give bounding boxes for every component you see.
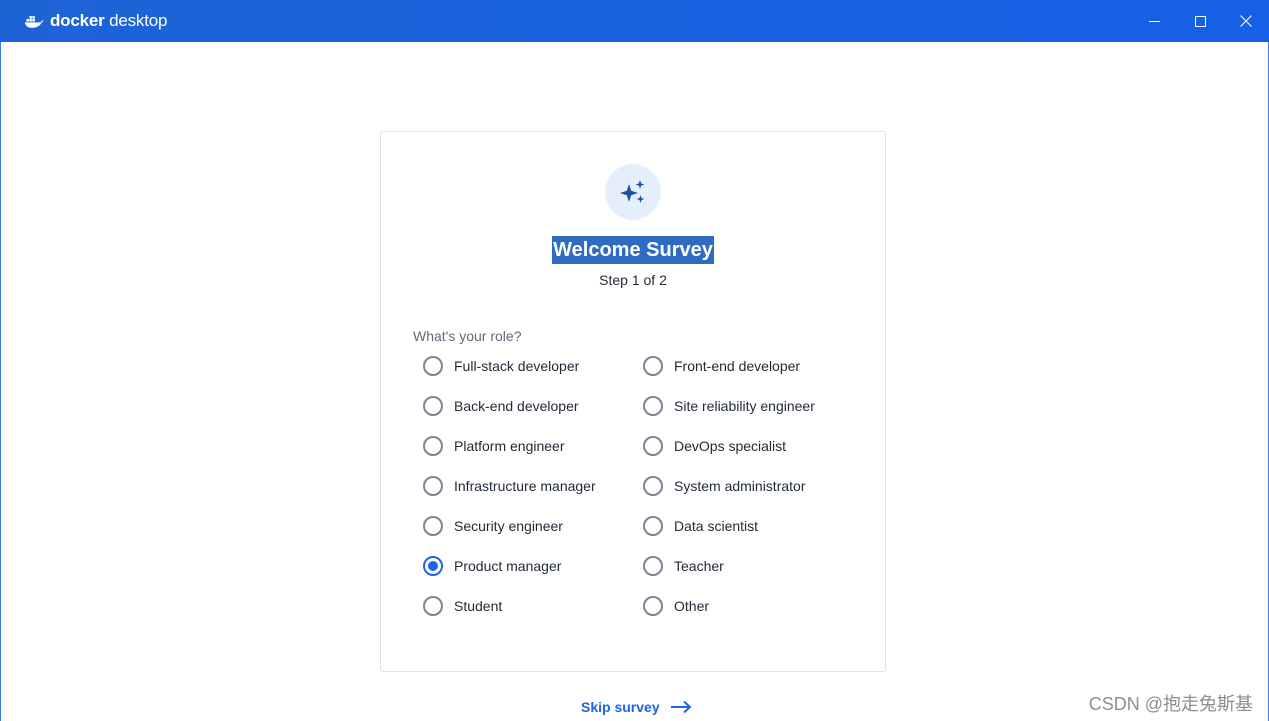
role-option-label: Other [674,598,710,614]
role-option-label: System administrator [674,478,806,494]
role-option[interactable]: DevOps specialist [643,436,863,456]
app-name: docker desktop [50,11,168,30]
close-icon [1240,15,1252,27]
radio-unselected[interactable] [643,476,663,496]
radio-unselected[interactable] [423,436,443,456]
role-options: Full-stack developer Front-end developer B… [423,356,863,636]
window-border-left [0,42,1,721]
role-option-label: Student [454,598,503,614]
role-option[interactable]: Data scientist [643,516,863,536]
sparkles-badge [605,164,661,220]
survey-card: Welcome Survey Step 1 of 2 What's your r… [380,131,886,672]
role-option[interactable]: Other [643,596,863,616]
radio-unselected[interactable] [423,596,443,616]
role-question: What's your role? [413,328,522,344]
radio-selected[interactable] [423,556,443,576]
role-option-label: Site reliability engineer [674,398,815,414]
role-option-label: Product manager [454,558,562,574]
role-option-label: DevOps specialist [674,438,787,454]
skip-survey-label: Skip survey [581,699,660,715]
role-option[interactable]: Student [423,596,643,616]
step-indicator: Step 1 of 2 [599,272,667,288]
role-option[interactable]: Full-stack developer [423,356,643,376]
radio-unselected[interactable] [643,556,663,576]
role-option[interactable]: Back-end developer [423,396,643,416]
radio-unselected[interactable] [423,396,443,416]
role-option-label: Data scientist [674,518,759,534]
radio-unselected[interactable] [643,396,663,416]
role-option[interactable]: Product manager [423,556,643,576]
minimize-button[interactable] [1131,0,1177,42]
sparkles-icon [620,180,645,203]
role-option-label: Full-stack developer [454,358,580,374]
role-option-label: Teacher [674,558,724,574]
role-option-label: Infrastructure manager [454,478,596,494]
radio-unselected[interactable] [423,476,443,496]
docker-logo: docker desktop [24,11,167,31]
radio-unselected[interactable] [423,356,443,376]
role-option[interactable]: Site reliability engineer [643,396,863,416]
skip-survey-link[interactable]: Skip survey [581,697,692,717]
role-option-label: Platform engineer [454,438,565,454]
role-option[interactable]: Security engineer [423,516,643,536]
radio-unselected[interactable] [423,516,443,536]
role-option[interactable]: Teacher [643,556,863,576]
maximize-icon [1194,15,1206,27]
role-option-label: Back-end developer [454,398,579,414]
survey-title: Welcome Survey [381,236,885,264]
role-option[interactable]: Platform engineer [423,436,643,456]
role-option[interactable]: Infrastructure manager [423,476,643,496]
role-option[interactable]: Front-end developer [643,356,863,376]
watermark: CSDN @抱走兔斯基 [1088,694,1253,714]
role-option-label: Front-end developer [674,358,801,374]
radio-unselected[interactable] [643,356,663,376]
radio-unselected[interactable] [643,596,663,616]
radio-unselected[interactable] [643,516,663,536]
docker-whale-icon [24,15,44,28]
role-option[interactable]: System administrator [643,476,863,496]
title-bar[interactable]: docker desktop [0,0,1269,42]
radio-unselected[interactable] [643,436,663,456]
maximize-button[interactable] [1177,0,1223,42]
close-button[interactable] [1223,0,1269,42]
minimize-icon [1148,20,1160,22]
role-option-label: Security engineer [454,518,563,534]
arrow-right-icon [670,700,692,714]
